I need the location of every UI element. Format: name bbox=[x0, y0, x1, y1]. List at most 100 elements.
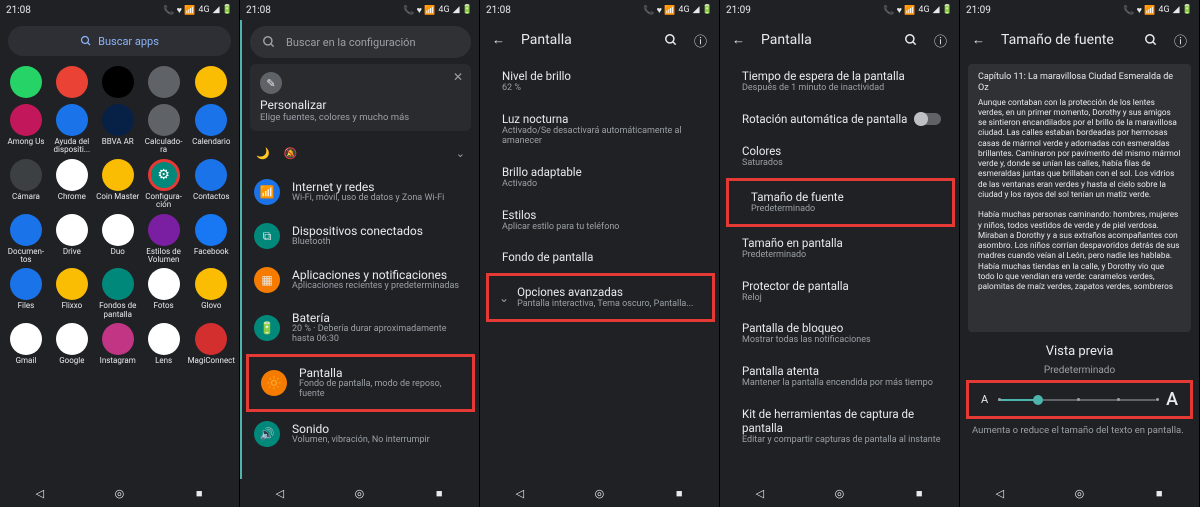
settings-item-display[interactable]: 🔆 PantallaFondo de pantalla, modo de repo… bbox=[246, 354, 475, 412]
nav-recent[interactable]: ■ bbox=[1152, 486, 1166, 500]
nav-back[interactable]: ◁ bbox=[33, 486, 47, 500]
back-icon[interactable]: ← bbox=[492, 32, 505, 48]
app-instagram[interactable]: Instagram bbox=[96, 323, 140, 365]
nav-home[interactable]: ◎ bbox=[112, 486, 126, 500]
nav-back[interactable]: ◁ bbox=[993, 486, 1007, 500]
search-icon[interactable] bbox=[904, 33, 918, 47]
pref-nivel-de-brillo[interactable]: Nivel de brillo62 % bbox=[480, 60, 719, 103]
app-documen-tos[interactable]: Documen- tos bbox=[4, 214, 48, 265]
app-calendario[interactable]: Calendario bbox=[188, 104, 235, 155]
nav-home[interactable]: ◎ bbox=[1072, 486, 1086, 500]
font-size-slider[interactable] bbox=[998, 399, 1156, 401]
app-gmail[interactable]: Gmail bbox=[4, 323, 48, 365]
app-icon[interactable] bbox=[142, 66, 186, 100]
app-icon[interactable] bbox=[50, 66, 94, 100]
app-icon[interactable] bbox=[96, 66, 140, 100]
settings-item-desc: Fondo de pantalla, modo de reposo, fuent… bbox=[299, 380, 460, 400]
pref-tiempo-de-espera-de-la-pantalla[interactable]: Tiempo de espera de la pantallaDespués d… bbox=[720, 60, 959, 103]
app-google[interactable]: Google bbox=[50, 323, 94, 365]
pref-advanced-options[interactable]: ⌄Opciones avanzadasPantalla interactiva,… bbox=[486, 273, 715, 322]
app-bbva-ar[interactable]: BBVA AR bbox=[96, 104, 140, 155]
back-icon[interactable]: ← bbox=[732, 32, 745, 48]
nav-recent[interactable]: ■ bbox=[432, 486, 446, 500]
app-label: Among Us bbox=[7, 138, 44, 146]
app-flixxo[interactable]: Flixxo bbox=[50, 268, 94, 319]
pref-estilos[interactable]: EstilosAplicar estilo para tu teléfono bbox=[480, 199, 719, 242]
app-files[interactable]: Files bbox=[4, 268, 48, 319]
app-chrome[interactable]: Chrome bbox=[50, 159, 94, 210]
help-icon[interactable]: ⓘ bbox=[1174, 31, 1187, 50]
settings-item-wifi[interactable]: 📶Internet y redesWi-Fi, móvil, uso de da… bbox=[242, 170, 479, 214]
display-icon: 🔆 bbox=[261, 370, 287, 396]
nav-home[interactable]: ◎ bbox=[592, 486, 606, 500]
app-drive[interactable]: Drive bbox=[50, 214, 94, 265]
app-configura-ci-n[interactable]: ⚙Configura- ción bbox=[142, 159, 186, 210]
pref-colores[interactable]: ColoresSaturados bbox=[720, 135, 959, 178]
settings-item-title: Sonido bbox=[292, 422, 430, 436]
app-magiconnect[interactable]: MagiConnect bbox=[188, 323, 235, 365]
app-ayuda-del-dispositi-[interactable]: Ayuda del dispositi... bbox=[50, 104, 94, 155]
app-icon[interactable] bbox=[4, 66, 48, 100]
moon-icon[interactable]: 🌙 bbox=[256, 147, 270, 160]
help-icon[interactable]: ⓘ bbox=[934, 31, 947, 50]
chevron-down-icon[interactable]: ⌄ bbox=[456, 147, 465, 160]
pref-rotaci-n-autom-tica-de-pantalla[interactable]: Rotación automática de pantalla bbox=[720, 103, 959, 135]
settings-item-title: Aplicaciones y notificaciones bbox=[292, 268, 459, 282]
app-lens[interactable]: Lens bbox=[142, 323, 186, 365]
app-fondos-de-pantalla[interactable]: Fondos de pantalla bbox=[96, 268, 140, 319]
pref-brillo-adaptable[interactable]: Brillo adaptableActivado bbox=[480, 156, 719, 199]
status-icons: 📞 ♥ 📶 4G ◢ 🔋 bbox=[403, 5, 473, 16]
app-icon bbox=[56, 323, 88, 355]
app-icon[interactable] bbox=[188, 66, 235, 100]
pref-protector-de-pantalla[interactable]: Protector de pantallaReloj bbox=[720, 270, 959, 313]
pref-kit-de-herramientas-de-captura-de-pantalla[interactable]: Kit de herramientas de captura de pantal… bbox=[720, 398, 959, 455]
settings-item-sound[interactable]: 🔊SonidoVolumen, vibración, No interrumpi… bbox=[242, 412, 479, 456]
nav-home[interactable]: ◎ bbox=[832, 486, 846, 500]
status-bar: 21:08 📞 ♥ 📶 4G ◢ 🔋 bbox=[480, 0, 719, 20]
quick-toggles[interactable]: 🌙 🔕 ⌄ bbox=[242, 139, 479, 168]
settings-list: 📶Internet y redesWi-Fi, móvil, uso de da… bbox=[242, 170, 479, 456]
suggestion-card[interactable]: ✕ ✎ Personalizar Elige fuentes, colores … bbox=[250, 64, 471, 131]
pref-tama-o-en-pantalla[interactable]: Tamaño en pantallaPredeterminado bbox=[720, 227, 959, 270]
app-icon bbox=[56, 66, 88, 98]
help-icon[interactable]: ⓘ bbox=[694, 31, 707, 50]
pref-tama-o-de-fuente[interactable]: Tamaño de fuentePredeterminado bbox=[726, 178, 955, 227]
pref-pantalla-atenta[interactable]: Pantalla atentaMantener la pantalla ence… bbox=[720, 355, 959, 398]
toggle-switch[interactable] bbox=[915, 113, 941, 125]
app-fotos[interactable]: Fotos bbox=[142, 268, 186, 319]
nav-back[interactable]: ◁ bbox=[273, 486, 287, 500]
pref-pantalla-de-bloqueo[interactable]: Pantalla de bloqueoMostrar todas las not… bbox=[720, 312, 959, 355]
nav-back[interactable]: ◁ bbox=[513, 486, 527, 500]
app-among-us[interactable]: Among Us bbox=[4, 104, 48, 155]
app-contactos[interactable]: Contactos bbox=[188, 159, 235, 210]
nav-home[interactable]: ◎ bbox=[352, 486, 366, 500]
app-estilos-de-volumen[interactable]: Estilos de Volumen bbox=[142, 214, 186, 265]
settings-item-devices[interactable]: ⧉Dispositivos conectadosBluetooth bbox=[242, 214, 479, 258]
app-glovo[interactable]: Glovo bbox=[188, 268, 235, 319]
bell-off-icon[interactable]: 🔕 bbox=[284, 147, 298, 160]
app-facebook[interactable]: Facebook bbox=[188, 214, 235, 265]
app-coin-master[interactable]: Coin Master bbox=[96, 159, 140, 210]
back-icon[interactable]: ← bbox=[972, 32, 985, 48]
settings-search[interactable]: Buscar en la configuración bbox=[250, 26, 471, 58]
pref-desc: Saturados bbox=[742, 159, 945, 169]
nav-recent[interactable]: ■ bbox=[192, 486, 206, 500]
nav-bar: ◁ ◎ ■ bbox=[480, 479, 719, 507]
app-c-mara[interactable]: Cámara bbox=[4, 159, 48, 210]
app-calculado-ra[interactable]: Calculado- ra bbox=[142, 104, 186, 155]
settings-item-title: Pantalla bbox=[299, 366, 460, 380]
pref-fondo-de-pantalla[interactable]: Fondo de pantalla bbox=[480, 241, 719, 273]
settings-search-placeholder: Buscar en la configuración bbox=[286, 36, 416, 49]
nav-recent[interactable]: ■ bbox=[672, 486, 686, 500]
nav-back[interactable]: ◁ bbox=[753, 486, 767, 500]
search-icon[interactable] bbox=[664, 33, 678, 47]
pref-luz-nocturna[interactable]: Luz nocturnaActivado/Se desactivará auto… bbox=[480, 103, 719, 156]
close-icon[interactable]: ✕ bbox=[453, 70, 463, 84]
app-duo[interactable]: Duo bbox=[96, 214, 140, 265]
search-icon[interactable] bbox=[1144, 33, 1158, 47]
nav-recent[interactable]: ■ bbox=[912, 486, 926, 500]
help-text: Aumenta o reduce el tamaño del texto en … bbox=[960, 419, 1199, 442]
settings-item-apps[interactable]: ▦Aplicaciones y notificacionesAplicacion… bbox=[242, 258, 479, 302]
settings-item-battery[interactable]: 🔋Batería20 % · Debería durar aproximadam… bbox=[242, 302, 479, 354]
search-apps[interactable]: Buscar apps bbox=[8, 26, 231, 56]
